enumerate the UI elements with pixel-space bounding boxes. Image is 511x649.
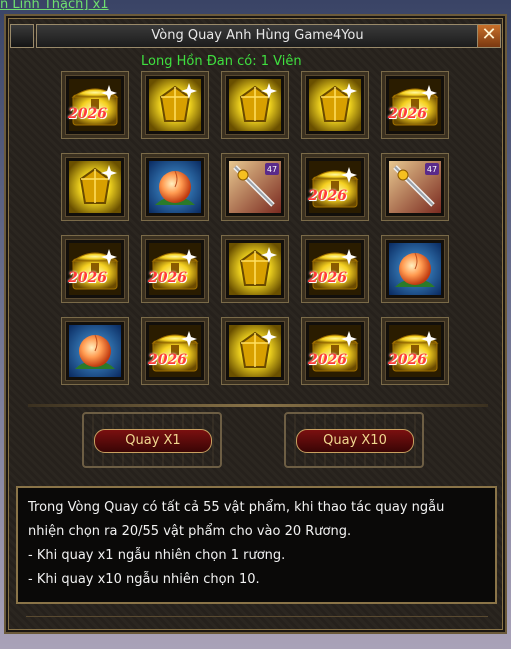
spin-x10-group: Quay X10 xyxy=(284,412,424,468)
reward-slot[interactable]: 2026 xyxy=(301,153,369,221)
peach-icon xyxy=(389,243,441,295)
year-label: 2026 xyxy=(148,270,187,286)
treasure-chest-icon xyxy=(149,325,201,377)
year-label: 2026 xyxy=(308,188,347,204)
year-label: 2026 xyxy=(68,106,107,122)
svg-text:47: 47 xyxy=(427,165,437,174)
info-panel: Trong Vòng Quay có tất cả 55 vật phẩm, k… xyxy=(16,486,497,604)
gold-gem-icon xyxy=(149,79,201,131)
peach-icon xyxy=(149,161,201,213)
year-label: 2026 xyxy=(308,352,347,368)
gold-gem-icon xyxy=(309,79,361,131)
spin-x1-button[interactable]: Quay X1 xyxy=(94,429,212,453)
treasure-chest-icon xyxy=(69,79,121,131)
reward-slot[interactable] xyxy=(381,235,449,303)
sword-icon: 47 xyxy=(229,161,281,213)
window-menu-button[interactable] xyxy=(10,24,34,48)
treasure-chest-icon xyxy=(69,243,121,295)
reward-slot[interactable]: 47 xyxy=(381,153,449,221)
treasure-chest-icon xyxy=(309,325,361,377)
reward-slot[interactable]: 2026 xyxy=(61,235,129,303)
close-icon: ✕ xyxy=(481,24,497,45)
reward-slot[interactable]: 2026 xyxy=(141,235,209,303)
year-label: 2026 xyxy=(148,352,187,368)
window-title: Vòng Quay Anh Hùng Game4You xyxy=(36,24,479,48)
sword-icon: 47 xyxy=(389,161,441,213)
gold-gem-icon xyxy=(229,243,281,295)
bottom-ornament xyxy=(26,616,488,627)
info-line: - Khi quay x10 ngẫu nhiên chọn 10. xyxy=(28,572,260,587)
background-item-label: n Linh Thạch] x1 xyxy=(0,0,109,12)
reward-slot[interactable]: 2026 xyxy=(381,317,449,385)
info-line: nhiện chọn ra 20/55 vật phẩm cho vào 20 … xyxy=(28,524,352,539)
reward-slot[interactable] xyxy=(301,71,369,139)
year-label: 2026 xyxy=(388,106,427,122)
reward-slot[interactable]: 2026 xyxy=(61,71,129,139)
year-label: 2026 xyxy=(308,270,347,286)
info-line: Trong Vòng Quay có tất cả 55 vật phẩm, k… xyxy=(28,500,445,515)
peach-icon xyxy=(69,325,121,377)
reward-slot[interactable]: 2026 xyxy=(381,71,449,139)
currency-balance: Long Hồn Đan có: 1 Viên xyxy=(141,54,302,69)
reward-slot[interactable] xyxy=(141,71,209,139)
year-label: 2026 xyxy=(388,352,427,368)
spin-x1-group: Quay X1 xyxy=(82,412,222,468)
reward-slot[interactable] xyxy=(221,317,289,385)
section-divider xyxy=(28,404,488,407)
close-button[interactable]: ✕ xyxy=(477,24,501,48)
info-line: - Khi quay x1 ngẫu nhiên chọn 1 rương. xyxy=(28,548,286,563)
reward-slot[interactable] xyxy=(141,153,209,221)
reward-slot[interactable]: 2026 xyxy=(301,235,369,303)
reward-slot[interactable]: 47 xyxy=(221,153,289,221)
reward-slot[interactable] xyxy=(221,235,289,303)
reward-slot[interactable] xyxy=(61,153,129,221)
gold-gem-icon xyxy=(229,79,281,131)
reward-slot[interactable]: 2026 xyxy=(301,317,369,385)
treasure-chest-icon xyxy=(309,161,361,213)
reward-slot[interactable]: 2026 xyxy=(141,317,209,385)
treasure-chest-icon xyxy=(309,243,361,295)
reward-slot[interactable] xyxy=(61,317,129,385)
gold-gem-icon xyxy=(69,161,121,213)
reward-slot[interactable] xyxy=(221,71,289,139)
treasure-chest-icon xyxy=(149,243,201,295)
gold-gem-icon xyxy=(229,325,281,377)
treasure-chest-icon xyxy=(389,79,441,131)
svg-text:47: 47 xyxy=(267,165,277,174)
treasure-chest-icon xyxy=(389,325,441,377)
reward-grid: 2026 2026 47 2026 47 2026 2026 2026 2026 2026 2026 xyxy=(61,71,454,385)
year-label: 2026 xyxy=(68,270,107,286)
spin-x10-button[interactable]: Quay X10 xyxy=(296,429,414,453)
lucky-wheel-window: Vòng Quay Anh Hùng Game4You ✕ Long Hồn Đ… xyxy=(4,14,507,634)
